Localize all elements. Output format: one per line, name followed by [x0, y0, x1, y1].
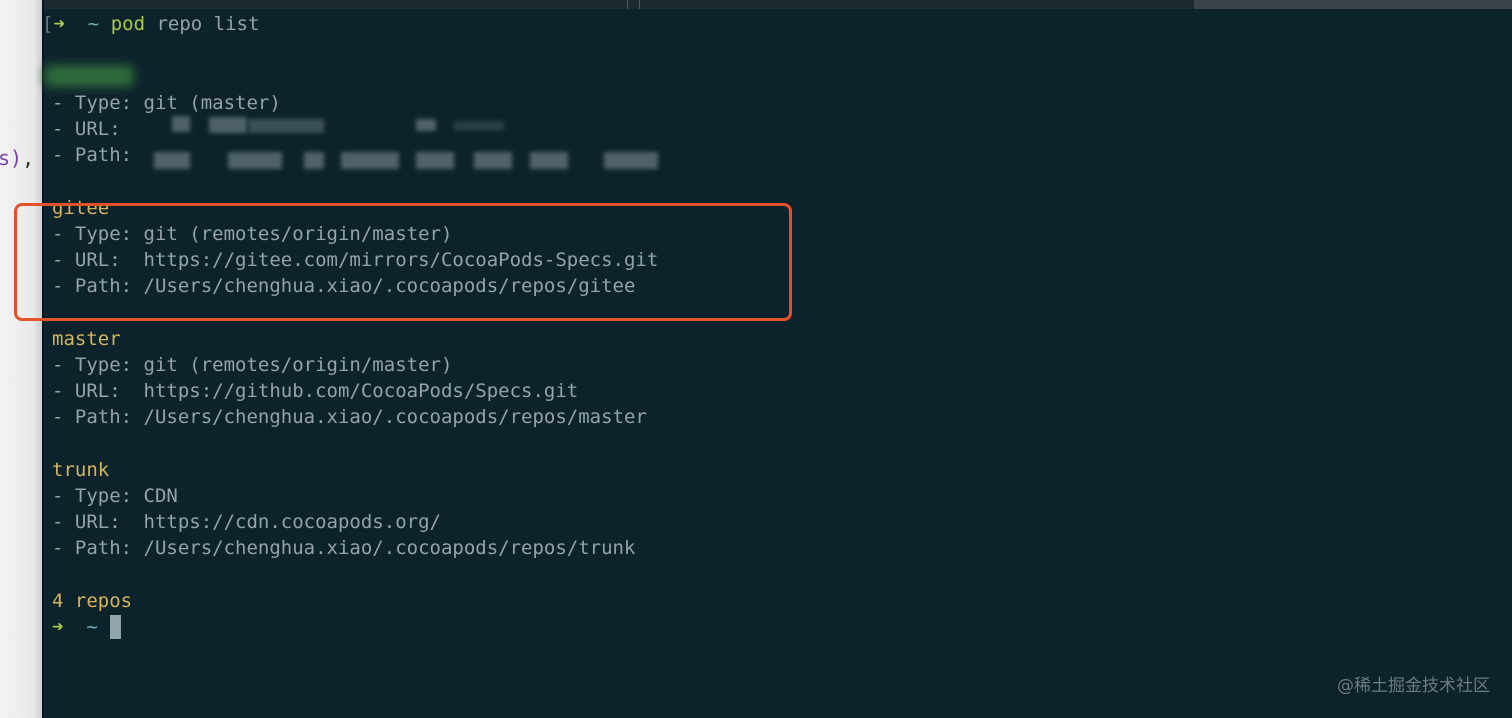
repo-name: trunk: [52, 459, 110, 481]
background-editor-window: s),: [0, 0, 42, 718]
prompt-tilde: ~: [86, 616, 98, 638]
text-cursor: [110, 615, 121, 639]
url-value: https://github.com/CocoaPods/Specs.git: [143, 380, 579, 402]
redacted-url-block: [454, 121, 504, 131]
terminal-tab-bar[interactable]: [44, 0, 1512, 9]
prompt-arrow-icon: ➜: [53, 13, 65, 35]
path-label: - Path:: [52, 537, 133, 559]
redacted-path-block: [474, 152, 512, 169]
url-label: - URL:: [52, 511, 121, 533]
path-label: - Path:: [52, 406, 133, 428]
repo-4-type-line: - Type: CDN: [52, 483, 178, 509]
prompt-arrow-icon: ➜: [52, 616, 64, 638]
terminal-output[interactable]: [➜ ~ pod repo list - Type: git (master) …: [14, 9, 1512, 718]
command-name: pod: [110, 13, 146, 35]
repo-3-path-line: - Path: /Users/chenghua.xiao/.cocoapods/…: [52, 404, 647, 430]
redacted-repo-name: [44, 65, 134, 87]
redacted-path-block: [341, 152, 399, 169]
path-value: /Users/chenghua.xiao/.cocoapods/repos/ma…: [143, 406, 647, 428]
type-value: git (master): [143, 92, 281, 114]
repo-1-url-line: - URL:: [52, 116, 121, 142]
editor-fragment-text: s): [0, 146, 23, 170]
command-line: [➜ ~ pod repo list: [42, 11, 259, 37]
repo-4-path-line: - Path: /Users/chenghua.xiao/.cocoapods/…: [52, 535, 635, 561]
redacted-url-block: [416, 119, 436, 131]
repo-3-url-line: - URL: https://github.com/CocoaPods/Spec…: [52, 378, 578, 404]
type-label: - Type:: [52, 485, 133, 507]
redacted-url-block: [172, 116, 190, 132]
redacted-url-block: [249, 119, 324, 133]
editor-fragment-comma: ,: [22, 146, 35, 170]
final-prompt: ➜ ~: [52, 614, 98, 640]
redacted-path-block: [228, 152, 282, 169]
redacted-path-block: [604, 152, 658, 169]
repo-1-path-line: - Path:: [52, 142, 132, 168]
watermark: @稀土掘金技术社区: [1337, 676, 1490, 696]
url-label: - URL:: [52, 118, 121, 140]
redacted-path-block: [154, 152, 190, 169]
redacted-url-block: [209, 117, 247, 133]
repo-1-type-line: - Type: git (master): [52, 90, 281, 116]
type-value: CDN: [143, 485, 178, 507]
gitee-highlight-box: [14, 203, 792, 321]
prompt-bracket: [: [42, 13, 54, 35]
path-label: - Path:: [52, 144, 133, 166]
repo-count-summary: 4 repos: [52, 590, 133, 612]
terminal-tab[interactable]: [1194, 0, 1512, 9]
repo-name: master: [52, 328, 121, 350]
url-value: https://cdn.cocoapods.org/: [143, 511, 441, 533]
repo-4-url-line: - URL: https://cdn.cocoapods.org/: [52, 509, 441, 535]
type-value: git (remotes/origin/master): [143, 354, 453, 376]
type-label: - Type:: [52, 354, 133, 376]
type-label: - Type:: [52, 92, 133, 114]
redacted-path-block: [416, 152, 454, 169]
redacted-path-block: [304, 152, 324, 169]
url-label: - URL:: [52, 380, 121, 402]
screenshot: s), [➜ ~ pod repo list - Type: git (mast…: [0, 0, 1512, 718]
command-args: repo list: [156, 13, 260, 35]
prompt-tilde: ~: [87, 13, 100, 35]
path-value: /Users/chenghua.xiao/.cocoapods/repos/tr…: [143, 537, 636, 559]
tab-separator: [627, 0, 628, 9]
tab-separator: [639, 0, 640, 9]
redacted-path-block: [530, 152, 568, 169]
editor-code-fragment: s),: [0, 146, 34, 170]
repo-3-type-line: - Type: git (remotes/origin/master): [52, 352, 452, 378]
